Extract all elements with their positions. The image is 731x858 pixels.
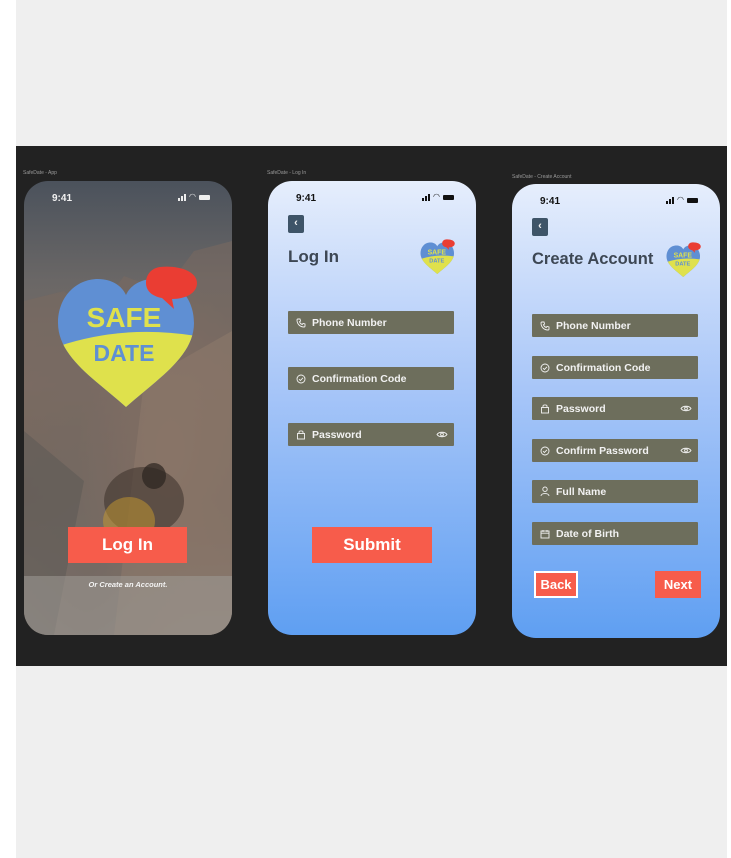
field-label: Phone Number (556, 319, 631, 332)
back-button[interactable]: Back (534, 571, 578, 598)
page-title: Log In (288, 247, 339, 266)
svg-text:DATE: DATE (429, 259, 444, 265)
status-time: 9:41 (52, 193, 73, 204)
field-label: Date of Birth (556, 527, 619, 540)
confirmation-code-field[interactable]: Confirmation Code (532, 356, 698, 379)
field-label: Phone Number (312, 316, 387, 329)
wifi-icon: ◠ (677, 195, 684, 204)
back-chevron-button[interactable]: ‹ (532, 218, 548, 236)
frame-label-create-account: SafeDate - Create Account (512, 174, 572, 180)
full-name-field[interactable]: Full Name (532, 480, 698, 503)
create-account-link[interactable]: Or Create an Account. (24, 580, 232, 589)
battery-icon (443, 194, 454, 200)
eye-icon[interactable] (436, 429, 448, 440)
lock-icon (296, 429, 306, 441)
login-screen: 9:41 ◠ ‹ Log In SAFE DATE Phone Number C… (268, 181, 476, 635)
svg-text:SAFE: SAFE (428, 249, 447, 256)
phone-icon (296, 317, 306, 329)
svg-text:SAFE: SAFE (674, 252, 693, 259)
wifi-icon: ◠ (433, 192, 440, 201)
status-time: 9:41 (540, 196, 561, 207)
status-time: 9:41 (296, 193, 317, 204)
check-circle-icon (296, 373, 306, 385)
confirm-password-field[interactable]: Confirm Password (532, 439, 698, 462)
back-chevron-button[interactable]: ‹ (288, 215, 304, 233)
frame-label-app: SafeDate - App (23, 170, 57, 176)
lock-icon (540, 403, 550, 415)
field-label: Confirmation Code (556, 361, 651, 374)
signal-icon (666, 196, 675, 204)
app-splash-screen: 9:41 ◠ SAFE DATE Log In Or Create an Acc… (24, 181, 232, 635)
status-icons: ◠ (666, 196, 698, 204)
signal-icon (178, 193, 187, 201)
page-title: Create Account (532, 250, 654, 268)
svg-text:DATE: DATE (675, 262, 690, 268)
password-field[interactable]: Password (288, 423, 454, 446)
field-label: Full Name (556, 485, 607, 498)
person-icon (540, 486, 550, 498)
logo-word-date: DATE (94, 340, 155, 366)
check-circle-icon (540, 362, 550, 374)
status-icons: ◠ (422, 193, 454, 201)
field-label: Confirmation Code (312, 372, 407, 385)
phone-number-field[interactable]: Phone Number (288, 311, 454, 334)
field-label: Confirm Password (556, 444, 649, 457)
logo-word-safe: SAFE (87, 302, 162, 333)
safedate-logo-small: SAFE DATE (420, 239, 455, 275)
field-label: Password (312, 428, 362, 441)
submit-button[interactable]: Submit (312, 527, 432, 563)
frame-label-login: SafeDate - Log In (267, 170, 307, 176)
battery-icon (199, 194, 210, 200)
check-circle-icon (540, 445, 550, 457)
signal-icon (422, 193, 431, 201)
safedate-logo-small: SAFE DATE (666, 242, 701, 278)
next-button[interactable]: Next (655, 571, 701, 598)
phone-number-field[interactable]: Phone Number (532, 314, 698, 337)
eye-icon[interactable] (680, 445, 692, 456)
status-icons: ◠ (178, 193, 210, 201)
phone-icon (540, 320, 550, 332)
eye-icon[interactable] (680, 403, 692, 414)
wifi-icon: ◠ (189, 192, 196, 201)
password-field[interactable]: Password (532, 397, 698, 420)
date-of-birth-field[interactable]: Date of Birth (532, 522, 698, 545)
battery-icon (687, 197, 698, 203)
login-button[interactable]: Log In (68, 527, 187, 563)
create-account-screen: 9:41 ◠ ‹ Create Account SAFE DATE Phone … (512, 184, 720, 638)
safedate-logo: SAFE DATE (58, 266, 197, 407)
confirmation-code-field[interactable]: Confirmation Code (288, 367, 454, 390)
field-label: Password (556, 402, 606, 415)
calendar-icon (540, 528, 550, 540)
